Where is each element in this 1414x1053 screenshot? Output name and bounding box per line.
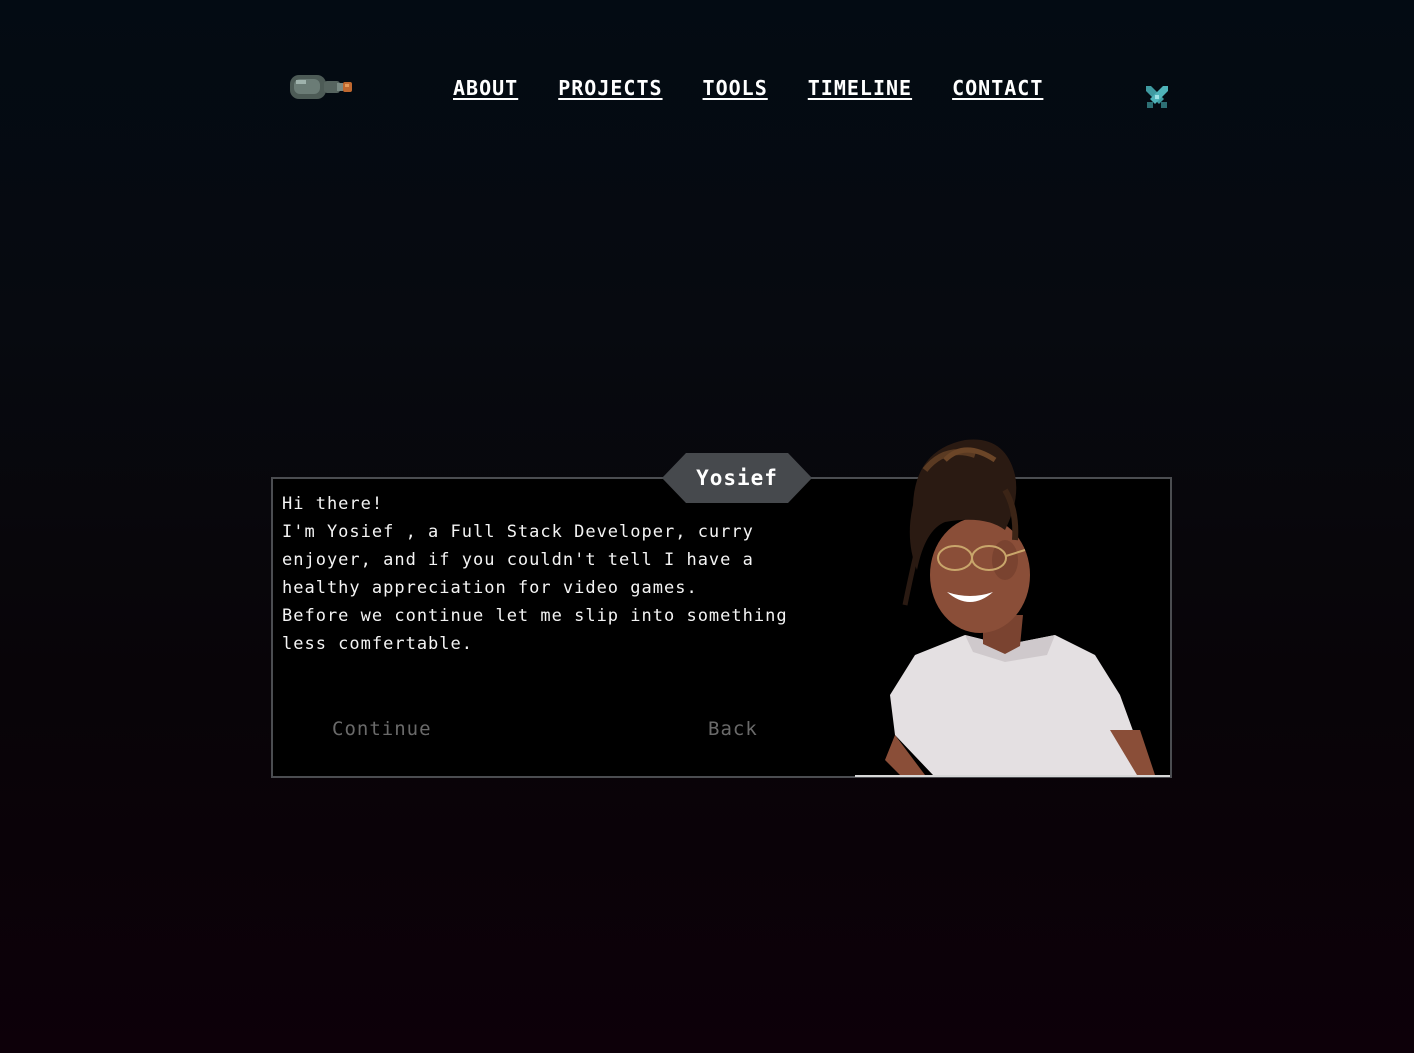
dialog-line: Before we continue let me slip into some… xyxy=(282,606,788,654)
dialog-message: Hi there! I'm Yosief , a Full Stack Deve… xyxy=(282,490,842,658)
dialog-line: Hi there! xyxy=(282,494,384,514)
site-header: ABOUT PROJECTS TOOLS TIMELINE CONTACT xyxy=(0,0,1414,140)
portrait-underline xyxy=(855,775,1170,777)
sword-icon[interactable] xyxy=(1142,82,1172,112)
dialog-line: I'm Yosief , a Full Stack Developer, cur… xyxy=(282,522,754,598)
nav-timeline[interactable]: TIMELINE xyxy=(808,76,912,100)
nav-projects[interactable]: PROJECTS xyxy=(558,76,662,100)
bottle-icon[interactable] xyxy=(288,70,354,104)
back-button[interactable]: Back xyxy=(708,718,758,740)
continue-button[interactable]: Continue xyxy=(332,718,432,740)
person-portrait xyxy=(855,430,1171,777)
nav-about[interactable]: ABOUT xyxy=(453,76,518,100)
nav-contact[interactable]: CONTACT xyxy=(952,76,1043,100)
main-nav: ABOUT PROJECTS TOOLS TIMELINE CONTACT xyxy=(453,76,1083,100)
nav-tools[interactable]: TOOLS xyxy=(703,76,768,100)
